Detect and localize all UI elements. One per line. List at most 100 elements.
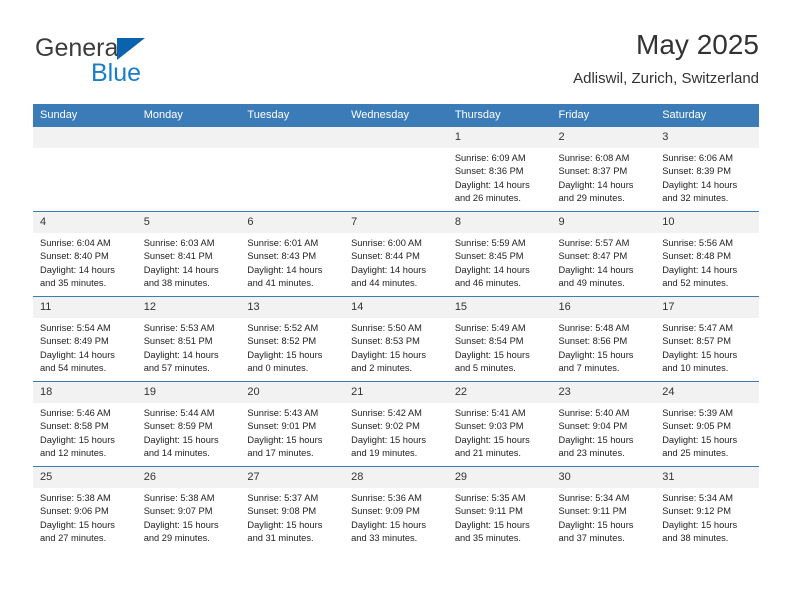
sunset-text: Sunset: 9:11 PM [454, 506, 523, 517]
sunrise-text: Sunrise: 5:49 AM [454, 323, 526, 333]
calendar-day-cell[interactable]: 7 Sunrise: 6:00 AM Sunset: 8:44 PM Daylight… [344, 211, 448, 297]
day-number [240, 127, 345, 148]
day-details [344, 148, 448, 152]
daylight-text: Daylight: 15 hours [143, 434, 219, 445]
sunset-text: Sunset: 9:12 PM [662, 506, 731, 517]
calendar-day-cell[interactable]: 25 Sunrise: 5:38 AM Sunset: 9:06 PM Dayligh… [33, 466, 137, 551]
calendar-day-cell[interactable]: 19 Sunrise: 5:44 AM Sunset: 8:59 PM Dayligh… [136, 381, 241, 467]
calendar-day-cell[interactable]: 27 Sunrise: 5:37 AM Sunset: 9:08 PM Dayligh… [240, 466, 345, 551]
sunset-text: Sunset: 8:59 PM [143, 421, 213, 432]
calendar-day-cell[interactable]: 24 Sunrise: 5:39 AM Sunset: 9:05 PM Dayligh… [655, 381, 759, 467]
day-details: Sunrise: 5:46 AM Sunset: 8:58 PM Daylight:… [33, 403, 137, 461]
calendar-day-cell[interactable]: 23 Sunrise: 5:40 AM Sunset: 9:04 PM Dayligh… [551, 381, 656, 467]
weekday-header-thursday: Thursday [447, 104, 552, 127]
calendar-day-cell[interactable]: 6 Sunrise: 6:01 AM Sunset: 8:43 PM Daylight… [240, 211, 345, 297]
calendar-day-cell[interactable]: 28 Sunrise: 5:36 AM Sunset: 9:09 PM Dayligh… [344, 466, 448, 551]
day-number: 29 [447, 467, 552, 488]
daylight-text: and 17 minutes. [247, 448, 314, 459]
daylight-text: Daylight: 15 hours [143, 519, 219, 530]
calendar-day-cell[interactable]: 9 Sunrise: 5:57 AM Sunset: 8:47 PM Daylight… [551, 211, 656, 297]
day-details: Sunrise: 5:43 AM Sunset: 9:01 PM Daylight:… [240, 403, 344, 461]
day-details: Sunrise: 6:06 AM Sunset: 8:39 PM Daylight:… [655, 148, 759, 206]
page-title: May 2025 [636, 29, 759, 60]
calendar-day-cell[interactable]: 20 Sunrise: 5:43 AM Sunset: 9:01 PM Dayligh… [240, 381, 345, 467]
sunset-text: Sunset: 8:57 PM [662, 336, 731, 347]
calendar-day-cell[interactable]: 29 Sunrise: 5:35 AM Sunset: 9:11 PM Dayligh… [447, 466, 552, 551]
daylight-text: and 27 minutes. [40, 533, 107, 544]
sunset-text: Sunset: 9:02 PM [351, 421, 420, 432]
weekday-header-saturday: Saturday [655, 104, 759, 127]
calendar-day-cell[interactable]: 18 Sunrise: 5:46 AM Sunset: 8:58 PM Dayligh… [33, 381, 137, 467]
day-details: Sunrise: 5:42 AM Sunset: 9:02 PM Daylight:… [344, 403, 448, 461]
calendar-day-cell[interactable]: 31 Sunrise: 5:34 AM Sunset: 9:12 PM Dayligh… [655, 466, 759, 551]
sunrise-text: Sunrise: 5:46 AM [40, 408, 111, 418]
daylight-text: and 32 minutes. [662, 193, 729, 204]
calendar-day-cell[interactable]: 21 Sunrise: 5:42 AM Sunset: 9:02 PM Dayligh… [344, 381, 448, 467]
day-details: Sunrise: 5:40 AM Sunset: 9:04 PM Daylight:… [552, 403, 656, 461]
sunset-text: Sunset: 8:54 PM [454, 336, 524, 347]
day-details: Sunrise: 5:44 AM Sunset: 8:59 PM Daylight:… [137, 403, 241, 461]
day-number: 15 [447, 297, 552, 318]
calendar-day-cell[interactable]: 26 Sunrise: 5:38 AM Sunset: 9:07 PM Dayligh… [136, 466, 241, 551]
calendar-day-cell[interactable]: 1 Sunrise: 6:09 AM Sunset: 8:36 PM Daylight… [447, 127, 552, 212]
sunrise-text: Sunrise: 5:52 AM [247, 323, 319, 333]
daylight-text: and 23 minutes. [558, 448, 625, 459]
day-details: Sunrise: 6:08 AM Sunset: 8:37 PM Daylight:… [552, 148, 656, 206]
daylight-text: and 25 minutes. [662, 448, 729, 459]
daylight-text: Daylight: 15 hours [454, 434, 530, 445]
daylight-text: Daylight: 14 hours [558, 264, 634, 275]
sunrise-text: Sunrise: 5:41 AM [454, 408, 526, 418]
sunset-text: Sunset: 8:49 PM [40, 336, 109, 347]
calendar-day-cell[interactable]: 17 Sunrise: 5:47 AM Sunset: 8:57 PM Dayligh… [655, 296, 759, 382]
daylight-text: Daylight: 15 hours [454, 519, 530, 530]
sunset-text: Sunset: 8:41 PM [143, 251, 213, 262]
calendar-week-row: 18 Sunrise: 5:46 AM Sunset: 8:58 PM Dayligh… [33, 381, 759, 467]
calendar-day-cell[interactable]: 4 Sunrise: 6:04 AM Sunset: 8:40 PM Daylight… [33, 211, 137, 297]
day-number: 12 [136, 297, 241, 318]
day-details: Sunrise: 6:00 AM Sunset: 8:44 PM Daylight:… [344, 233, 448, 291]
calendar-day-cell[interactable]: 16 Sunrise: 5:48 AM Sunset: 8:56 PM Dayligh… [551, 296, 656, 382]
daylight-text: Daylight: 15 hours [351, 349, 427, 360]
calendar-day-cell[interactable]: 3 Sunrise: 6:06 AM Sunset: 8:39 PM Daylight… [655, 127, 759, 212]
calendar-day-cell[interactable]: 22 Sunrise: 5:41 AM Sunset: 9:03 PM Dayligh… [447, 381, 552, 467]
daylight-text: and 37 minutes. [558, 533, 625, 544]
sunset-text: Sunset: 8:56 PM [558, 336, 628, 347]
day-number: 1 [447, 127, 552, 148]
sunset-text: Sunset: 8:43 PM [247, 251, 317, 262]
calendar-day-cell[interactable]: 30 Sunrise: 5:34 AM Sunset: 9:11 PM Dayligh… [551, 466, 656, 551]
day-number: 2 [551, 127, 656, 148]
calendar-day-cell[interactable]: 10 Sunrise: 5:56 AM Sunset: 8:48 PM Dayligh… [655, 211, 759, 297]
day-number [136, 127, 241, 148]
day-details: Sunrise: 6:09 AM Sunset: 8:36 PM Daylight:… [448, 148, 552, 206]
daylight-text: Daylight: 14 hours [351, 264, 427, 275]
daylight-text: and 35 minutes. [454, 533, 521, 544]
daylight-text: Daylight: 14 hours [454, 264, 530, 275]
daylight-text: and 57 minutes. [143, 363, 210, 374]
day-details: Sunrise: 5:38 AM Sunset: 9:07 PM Daylight:… [137, 488, 241, 546]
day-details: Sunrise: 5:34 AM Sunset: 9:11 PM Daylight:… [552, 488, 656, 546]
day-details: Sunrise: 6:04 AM Sunset: 8:40 PM Daylight:… [33, 233, 137, 291]
day-number: 14 [344, 297, 448, 318]
calendar-day-cell[interactable]: 12 Sunrise: 5:53 AM Sunset: 8:51 PM Dayligh… [136, 296, 241, 382]
calendar-day-cell[interactable]: 5 Sunrise: 6:03 AM Sunset: 8:41 PM Daylight… [136, 211, 241, 297]
calendar-day-cell[interactable]: 13 Sunrise: 5:52 AM Sunset: 8:52 PM Dayligh… [240, 296, 345, 382]
daylight-text: Daylight: 15 hours [247, 349, 323, 360]
day-details: Sunrise: 5:54 AM Sunset: 8:49 PM Daylight:… [33, 318, 137, 376]
general-blue-logo[interactable]: General Blue [33, 34, 273, 96]
day-details [33, 148, 137, 152]
daylight-text: and 31 minutes. [247, 533, 314, 544]
day-number: 9 [551, 212, 656, 233]
calendar-day-cell[interactable]: 15 Sunrise: 5:49 AM Sunset: 8:54 PM Dayligh… [447, 296, 552, 382]
sunrise-text: Sunrise: 5:36 AM [351, 493, 422, 503]
calendar-cell-empty [33, 127, 137, 212]
sunset-text: Sunset: 8:36 PM [454, 166, 524, 177]
daylight-text: and 26 minutes. [454, 193, 521, 204]
calendar-day-cell[interactable]: 2 Sunrise: 6:08 AM Sunset: 8:37 PM Daylight… [551, 127, 656, 212]
day-number: 6 [240, 212, 345, 233]
calendar-day-cell[interactable]: 14 Sunrise: 5:50 AM Sunset: 8:53 PM Dayligh… [344, 296, 448, 382]
calendar-day-cell[interactable]: 11 Sunrise: 5:54 AM Sunset: 8:49 PM Dayligh… [33, 296, 137, 382]
sunrise-text: Sunrise: 5:37 AM [247, 493, 319, 503]
sunrise-text: Sunrise: 6:03 AM [143, 238, 215, 248]
daylight-text: and 35 minutes. [40, 278, 107, 289]
calendar-day-cell[interactable]: 8 Sunrise: 5:59 AM Sunset: 8:45 PM Daylight… [447, 211, 552, 297]
